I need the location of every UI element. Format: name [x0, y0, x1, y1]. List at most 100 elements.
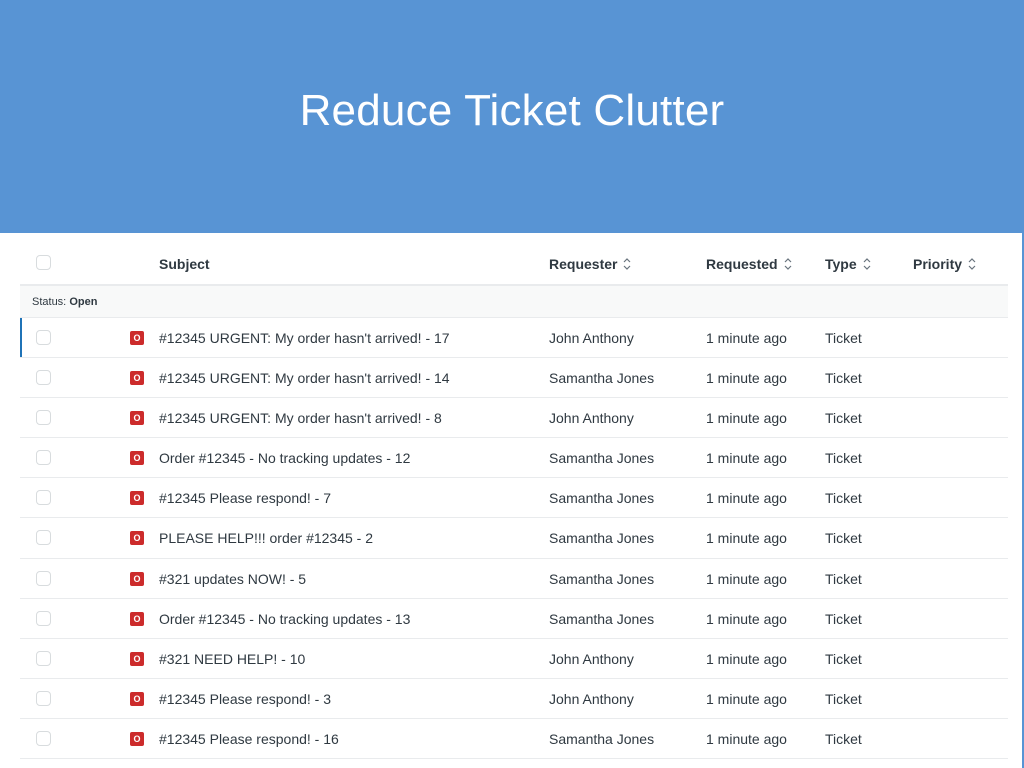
table-row[interactable]: O #321 NEED HELP! - 10 John Anthony 1 minut… — [20, 639, 1008, 679]
ticket-type: Ticket — [825, 450, 862, 467]
ticket-requester: Samantha Jones — [549, 730, 655, 747]
ticket-subject[interactable]: #12345 URGENT: My order hasn't arrived! … — [159, 410, 442, 426]
ticket-subject[interactable]: #321 NEED HELP! - 10 — [159, 651, 305, 667]
column-label: Type — [825, 256, 857, 272]
column-header-requester[interactable]: Requester — [549, 256, 632, 272]
column-header-requested[interactable]: Requested — [706, 256, 793, 272]
ticket-requester: John Anthony — [549, 330, 634, 346]
ticket-requested: 1 minute ago — [706, 450, 787, 467]
table-row[interactable]: O #12345 URGENT: My order hasn't arrived!… — [20, 318, 1008, 359]
ticket-subject[interactable]: #12345 Please respond! - 7 — [159, 490, 331, 506]
ticket-requested: 1 minute ago — [706, 370, 787, 387]
ticket-subject[interactable]: PLEASE HELP!!! order #12345 - 2 — [159, 530, 373, 546]
ticket-subject[interactable]: Order #12345 - No tracking updates - 12 — [159, 450, 410, 466]
ticket-requested: 1 minute ago — [706, 690, 787, 707]
open-status-icon: O — [130, 331, 144, 345]
row-checkbox[interactable] — [36, 490, 51, 506]
ticket-requester: Samantha Jones — [549, 490, 655, 507]
column-label: Priority — [913, 256, 963, 272]
column-label: Requested — [706, 256, 778, 272]
open-status-icon: O — [130, 371, 144, 386]
ticket-requested: 1 minute ago — [706, 610, 787, 627]
ticket-type: Ticket — [825, 730, 862, 747]
group-key: Status: — [32, 296, 67, 308]
ticket-requested: 1 minute ago — [706, 330, 787, 346]
hero-banner: Reduce Ticket Clutter — [0, 0, 1024, 233]
open-status-icon: O — [130, 451, 144, 466]
open-status-icon: O — [130, 411, 144, 426]
ticket-requester: Samantha Jones — [549, 370, 655, 387]
ticket-requested: 1 minute ago — [706, 490, 787, 507]
open-status-icon: O — [130, 531, 144, 546]
table-body: O #12345 URGENT: My order hasn't arrived!… — [20, 318, 1008, 760]
column-header-subject[interactable]: Subject — [159, 256, 210, 272]
column-label: Subject — [159, 256, 210, 272]
sort-icon — [783, 257, 793, 271]
sort-icon — [967, 257, 977, 271]
column-header-priority[interactable]: Priority — [913, 256, 977, 272]
ticket-type: Ticket — [825, 690, 862, 707]
table-row[interactable]: O #12345 URGENT: My order hasn't arrived!… — [20, 358, 1008, 399]
ticket-subject[interactable]: #321 updates NOW! - 5 — [159, 571, 306, 587]
ticket-subject[interactable]: #12345 Please respond! - 3 — [159, 691, 331, 707]
row-checkbox[interactable] — [36, 570, 51, 586]
column-label: Requester — [549, 256, 618, 272]
open-status-icon: O — [130, 571, 144, 586]
ticket-requested: 1 minute ago — [706, 410, 787, 427]
ticket-requester: Samantha Jones — [549, 610, 655, 627]
ticket-type: Ticket — [825, 570, 862, 587]
ticket-requested: 1 minute ago — [706, 730, 787, 747]
table-row[interactable]: O PLEASE HELP!!! order #12345 - 2 Samantha… — [20, 518, 1008, 559]
ticket-subject[interactable]: Order #12345 - No tracking updates - 13 — [159, 611, 410, 627]
table-row[interactable]: O #12345 Please respond! - 3 John Anthony 1… — [20, 679, 1008, 719]
ticket-requester: Samantha Jones — [549, 530, 655, 547]
table-row[interactable]: O #321 updates NOW! - 5 Samantha Jones 1 mi… — [20, 559, 1008, 599]
open-status-icon: O — [130, 691, 144, 706]
open-status-icon: O — [130, 731, 144, 746]
ticket-subject[interactable]: #12345 URGENT: My order hasn't arrived! … — [159, 330, 450, 346]
column-header-type[interactable]: Type — [825, 256, 872, 272]
ticket-type: Ticket — [825, 610, 862, 627]
table-row[interactable]: O Order #12345 - No tracking updates - 13… — [20, 599, 1008, 639]
ticket-type: Ticket — [825, 410, 862, 427]
table-row[interactable]: O Order #12345 - No tracking updates - 12… — [20, 438, 1008, 479]
group-header-status: Status: Open — [20, 286, 1008, 318]
open-status-icon: O — [130, 651, 144, 666]
table-row[interactable]: O #12345 Please respond! - 7 Samantha Jone… — [20, 478, 1008, 519]
sort-icon — [862, 257, 872, 271]
open-status-icon: O — [130, 611, 144, 626]
ticket-requester: John Anthony — [549, 690, 634, 707]
ticket-requester: Samantha Jones — [549, 570, 655, 587]
table-header: Subject Requester Requested Type Priorit… — [20, 233, 1008, 286]
banner-title: Reduce Ticket Clutter — [299, 86, 725, 135]
row-checkbox[interactable] — [36, 730, 51, 746]
ticket-subject[interactable]: #12345 Please respond! - 16 — [159, 731, 339, 747]
ticket-requester: John Anthony — [549, 410, 634, 427]
ticket-requested: 1 minute ago — [706, 530, 787, 547]
ticket-requested: 1 minute ago — [706, 650, 787, 667]
row-checkbox[interactable] — [36, 370, 51, 386]
table-row[interactable]: O #12345 Please respond! - 16 Samantha Jon… — [20, 719, 1008, 760]
ticket-type: Ticket — [825, 370, 862, 387]
ticket-requester: John Anthony — [549, 650, 634, 667]
sort-icon — [622, 257, 632, 271]
ticket-type: Ticket — [825, 530, 862, 547]
ticket-type: Ticket — [825, 650, 862, 667]
ticket-type: Ticket — [825, 490, 862, 507]
open-status-icon: O — [130, 491, 144, 506]
row-checkbox[interactable] — [36, 450, 51, 466]
row-checkbox[interactable] — [36, 610, 51, 626]
ticket-requested: 1 minute ago — [706, 570, 787, 587]
group-value: Open — [69, 296, 98, 308]
select-all-checkbox[interactable] — [36, 255, 51, 270]
table-row[interactable]: O #12345 URGENT: My order hasn't arrived!… — [20, 398, 1008, 439]
ticket-subject[interactable]: #12345 URGENT: My order hasn't arrived! … — [159, 370, 450, 386]
row-checkbox[interactable] — [36, 530, 51, 546]
ticket-table: Subject Requester Requested Type Priorit… — [20, 233, 1008, 760]
group-label: Status: Open — [32, 296, 97, 308]
ticket-type: Ticket — [825, 330, 862, 346]
row-checkbox[interactable] — [36, 410, 51, 426]
row-checkbox[interactable] — [36, 650, 51, 666]
row-checkbox[interactable] — [36, 690, 51, 706]
row-checkbox[interactable] — [36, 330, 51, 345]
